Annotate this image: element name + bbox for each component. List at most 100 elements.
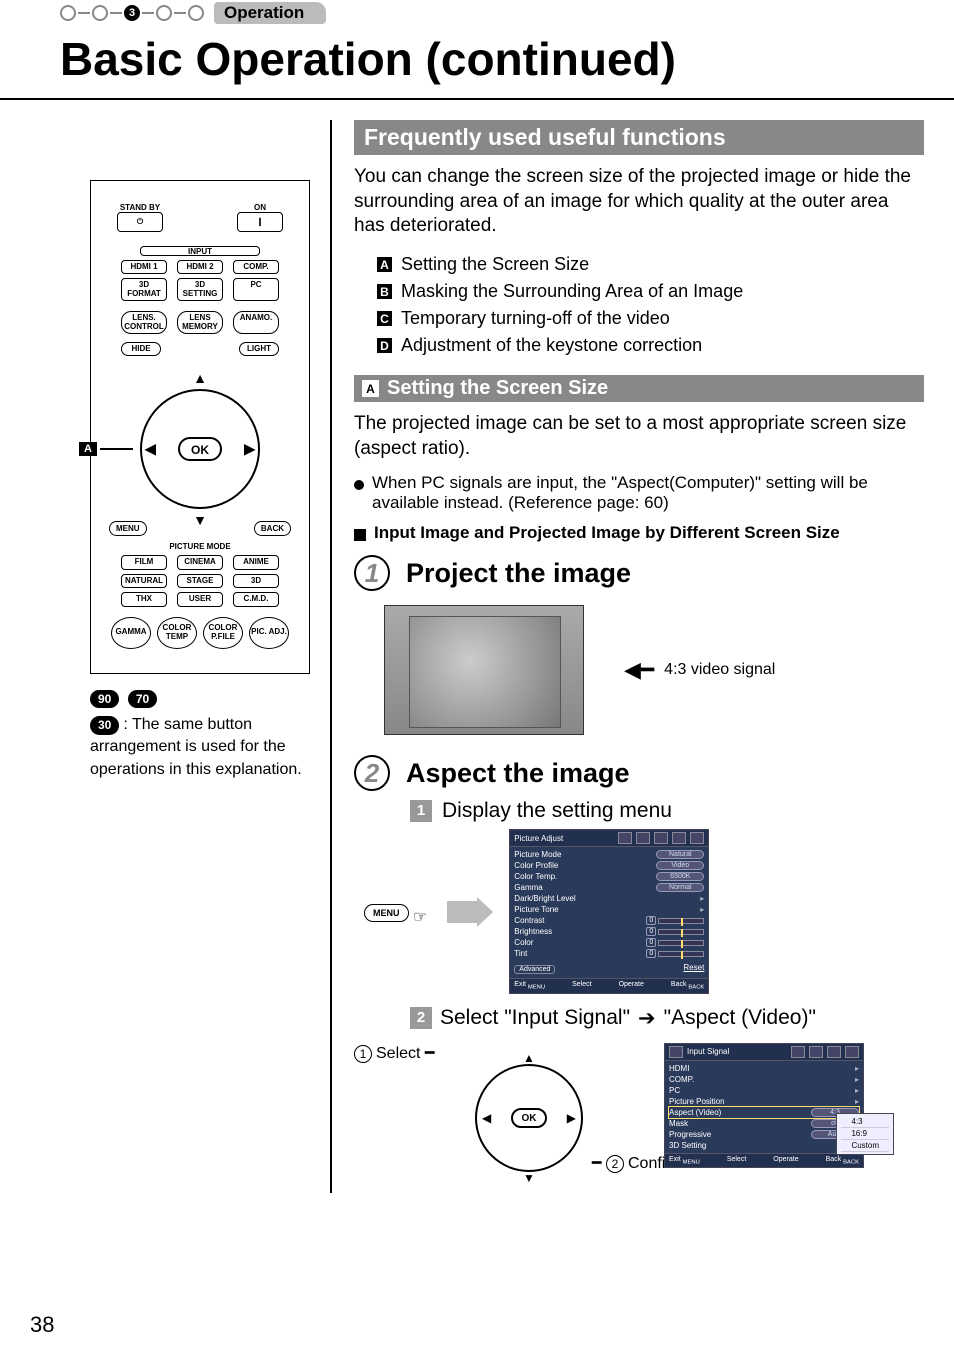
ok-small-button[interactable]: OK bbox=[511, 1108, 547, 1128]
down-arrow-icon[interactable]: ▼ bbox=[523, 1171, 535, 1185]
left-arrow-icon[interactable]: ◀ bbox=[482, 1111, 491, 1125]
osd1-row[interactable]: Color0 bbox=[514, 937, 704, 948]
step-1-title: Project the image bbox=[406, 558, 631, 589]
osd2-row[interactable]: 3D Setting▸ bbox=[669, 1140, 859, 1151]
lens-control-button[interactable]: LENS. CONTROL bbox=[121, 311, 167, 334]
natural-button[interactable]: NATURAL bbox=[121, 574, 167, 588]
osd1-row[interactable]: Picture Tone▸ bbox=[514, 904, 704, 915]
osd1-row[interactable]: Color ProfileVideo bbox=[514, 860, 704, 871]
breadcrumb-bar: 3 Operation bbox=[0, 0, 954, 26]
up-arrow-icon[interactable]: ▲ bbox=[193, 370, 207, 386]
arrow-left-icon: ◀━ bbox=[624, 657, 654, 683]
anime-button[interactable]: ANIME bbox=[233, 555, 279, 569]
osd2-row[interactable]: Picture Position▸ bbox=[669, 1096, 859, 1107]
ok-button[interactable]: OK bbox=[178, 437, 222, 461]
gamma-button[interactable]: GAMMA bbox=[111, 617, 151, 649]
color-pfile-button[interactable]: COLOR P.FILE bbox=[203, 617, 243, 649]
pic-adj-button[interactable]: PIC. ADJ. bbox=[249, 617, 289, 649]
3d-button[interactable]: 3D bbox=[233, 574, 279, 588]
color-temp-button[interactable]: COLOR TEMP bbox=[157, 617, 197, 649]
index-item: Masking the Surrounding Area of an Image bbox=[401, 278, 743, 305]
comp-button[interactable]: COMP. bbox=[233, 260, 279, 274]
osd1-row[interactable]: Tint0 bbox=[514, 948, 704, 959]
dpad-small[interactable]: ▲ ▼ ◀ ▶ OK bbox=[454, 1043, 604, 1193]
osd2-row[interactable]: HDMI▸ bbox=[669, 1063, 859, 1074]
aspect-popup[interactable]: 4:316:9Custom bbox=[836, 1113, 894, 1155]
menu-button[interactable]: MENU bbox=[109, 521, 147, 536]
section-a-title: Setting the Screen Size bbox=[387, 377, 608, 400]
3d-format-button[interactable]: 3D FORMAT bbox=[121, 278, 167, 301]
substep-2-text-b: "Aspect (Video)" bbox=[664, 1006, 816, 1030]
aspect-option[interactable]: 4:3 bbox=[841, 1116, 889, 1128]
light-button[interactable]: LIGHT bbox=[239, 342, 279, 356]
osd1-row[interactable]: Picture ModeNatural bbox=[514, 849, 704, 860]
film-button[interactable]: FILM bbox=[121, 555, 167, 569]
osd1-tab: Picture Adjust bbox=[514, 834, 563, 843]
step-2: 2 Aspect the image bbox=[354, 755, 924, 791]
substep-1: 1 Display the setting menu bbox=[410, 799, 924, 823]
section-tab: Operation bbox=[214, 2, 326, 24]
remote-caption-text: : The same button arrangement is used fo… bbox=[90, 716, 302, 778]
sample-image bbox=[384, 605, 584, 735]
osd1-advanced[interactable]: Advanced bbox=[514, 965, 555, 974]
cinema-button[interactable]: CINEMA bbox=[177, 555, 223, 569]
on-label: ON bbox=[237, 203, 283, 212]
index-item: Temporary turning-off of the video bbox=[401, 305, 670, 332]
badge-b: B bbox=[376, 283, 393, 300]
osd1-reset[interactable]: Reset bbox=[683, 963, 704, 972]
substep-1-number: 1 bbox=[410, 800, 432, 822]
on-button[interactable]: ❙ bbox=[237, 212, 283, 232]
standby-label: STAND BY bbox=[117, 203, 163, 212]
osd1-row[interactable]: GammaNormal bbox=[514, 882, 704, 893]
osd1-row[interactable]: Color Temp.6500K bbox=[514, 871, 704, 882]
step-active: 3 bbox=[124, 5, 140, 21]
badge-a: A bbox=[376, 256, 393, 273]
osd1-area: MENU ☞ Picture Adjust Picture ModeNatura… bbox=[364, 829, 924, 993]
left-arrow-icon[interactable]: ◀ bbox=[145, 441, 156, 458]
select-label: 1Select ━ bbox=[354, 1043, 435, 1063]
hide-button[interactable]: HIDE bbox=[121, 342, 161, 356]
lens-memory-button[interactable]: LENS MEMORY bbox=[177, 311, 223, 334]
osd2-row[interactable]: ProgressiveAuto bbox=[669, 1129, 859, 1140]
osd2-row[interactable]: Aspect (Video)4:3 bbox=[669, 1107, 859, 1118]
section-a-sub: Input Image and Projected Image by Diffe… bbox=[354, 523, 924, 543]
badge-d: D bbox=[376, 337, 393, 354]
osd1-row[interactable]: Contrast0 bbox=[514, 915, 704, 926]
osd2-row[interactable]: COMP.▸ bbox=[669, 1074, 859, 1085]
section-a-note: When PC signals are input, the "Aspect(C… bbox=[354, 473, 924, 513]
right-arrow-icon[interactable]: ▶ bbox=[244, 441, 255, 458]
down-arrow-icon[interactable]: ▼ bbox=[193, 512, 207, 528]
ref-30: 30 bbox=[90, 716, 119, 735]
arrow-right-icon bbox=[447, 901, 479, 923]
3d-setting-button[interactable]: 3D SETTING bbox=[177, 278, 223, 301]
standby-button[interactable]: ⏻ bbox=[117, 212, 163, 232]
right-arrow-icon[interactable]: ▶ bbox=[567, 1111, 576, 1125]
index-item: Adjustment of the keystone correction bbox=[401, 332, 702, 359]
aspect-option[interactable]: Custom bbox=[841, 1140, 889, 1152]
hdmi1-button[interactable]: HDMI 1 bbox=[121, 260, 167, 274]
remote-diagram: STAND BY⏻ ON❙ INPUT HDMI 1 HDMI 2 COMP. … bbox=[90, 180, 310, 674]
pc-button[interactable]: PC bbox=[233, 278, 279, 301]
osd2-row[interactable]: Maskoff bbox=[669, 1118, 859, 1129]
back-button[interactable]: BACK bbox=[254, 521, 291, 536]
up-arrow-icon[interactable]: ▲ bbox=[523, 1051, 535, 1065]
cmd-button[interactable]: C.M.D. bbox=[233, 592, 279, 606]
osd-input-signal: Input Signal HDMI▸COMP.▸PC▸Picture Posit… bbox=[664, 1043, 864, 1168]
project-image-row: ◀━ 4:3 video signal bbox=[384, 605, 924, 735]
signal-label: 4:3 video signal bbox=[664, 661, 775, 679]
anamo-button[interactable]: ANAMO. bbox=[233, 311, 279, 334]
step-1: 1 Project the image bbox=[354, 555, 924, 591]
thx-button[interactable]: THX bbox=[121, 592, 167, 606]
osd2-row[interactable]: PC▸ bbox=[669, 1085, 859, 1096]
dpad[interactable]: A ▲ ▼ ◀ ▶ OK MENU BACK bbox=[115, 364, 285, 534]
osd1-row[interactable]: Dark/Bright Level▸ bbox=[514, 893, 704, 904]
menu-button-diagram[interactable]: MENU bbox=[364, 904, 409, 922]
step-1-number: 1 bbox=[354, 555, 390, 591]
osd2-area: 1Select ━ ▲ ▼ ◀ ▶ OK ━ 2Confirm bbox=[364, 1043, 924, 1193]
osd-picture-adjust: Picture Adjust Picture ModeNaturalColor … bbox=[509, 829, 709, 993]
aspect-option[interactable]: 16:9 bbox=[841, 1128, 889, 1140]
stage-button[interactable]: STAGE bbox=[177, 574, 223, 588]
user-button[interactable]: USER bbox=[177, 592, 223, 606]
hdmi2-button[interactable]: HDMI 2 bbox=[177, 260, 223, 274]
osd1-row[interactable]: Brightness0 bbox=[514, 926, 704, 937]
